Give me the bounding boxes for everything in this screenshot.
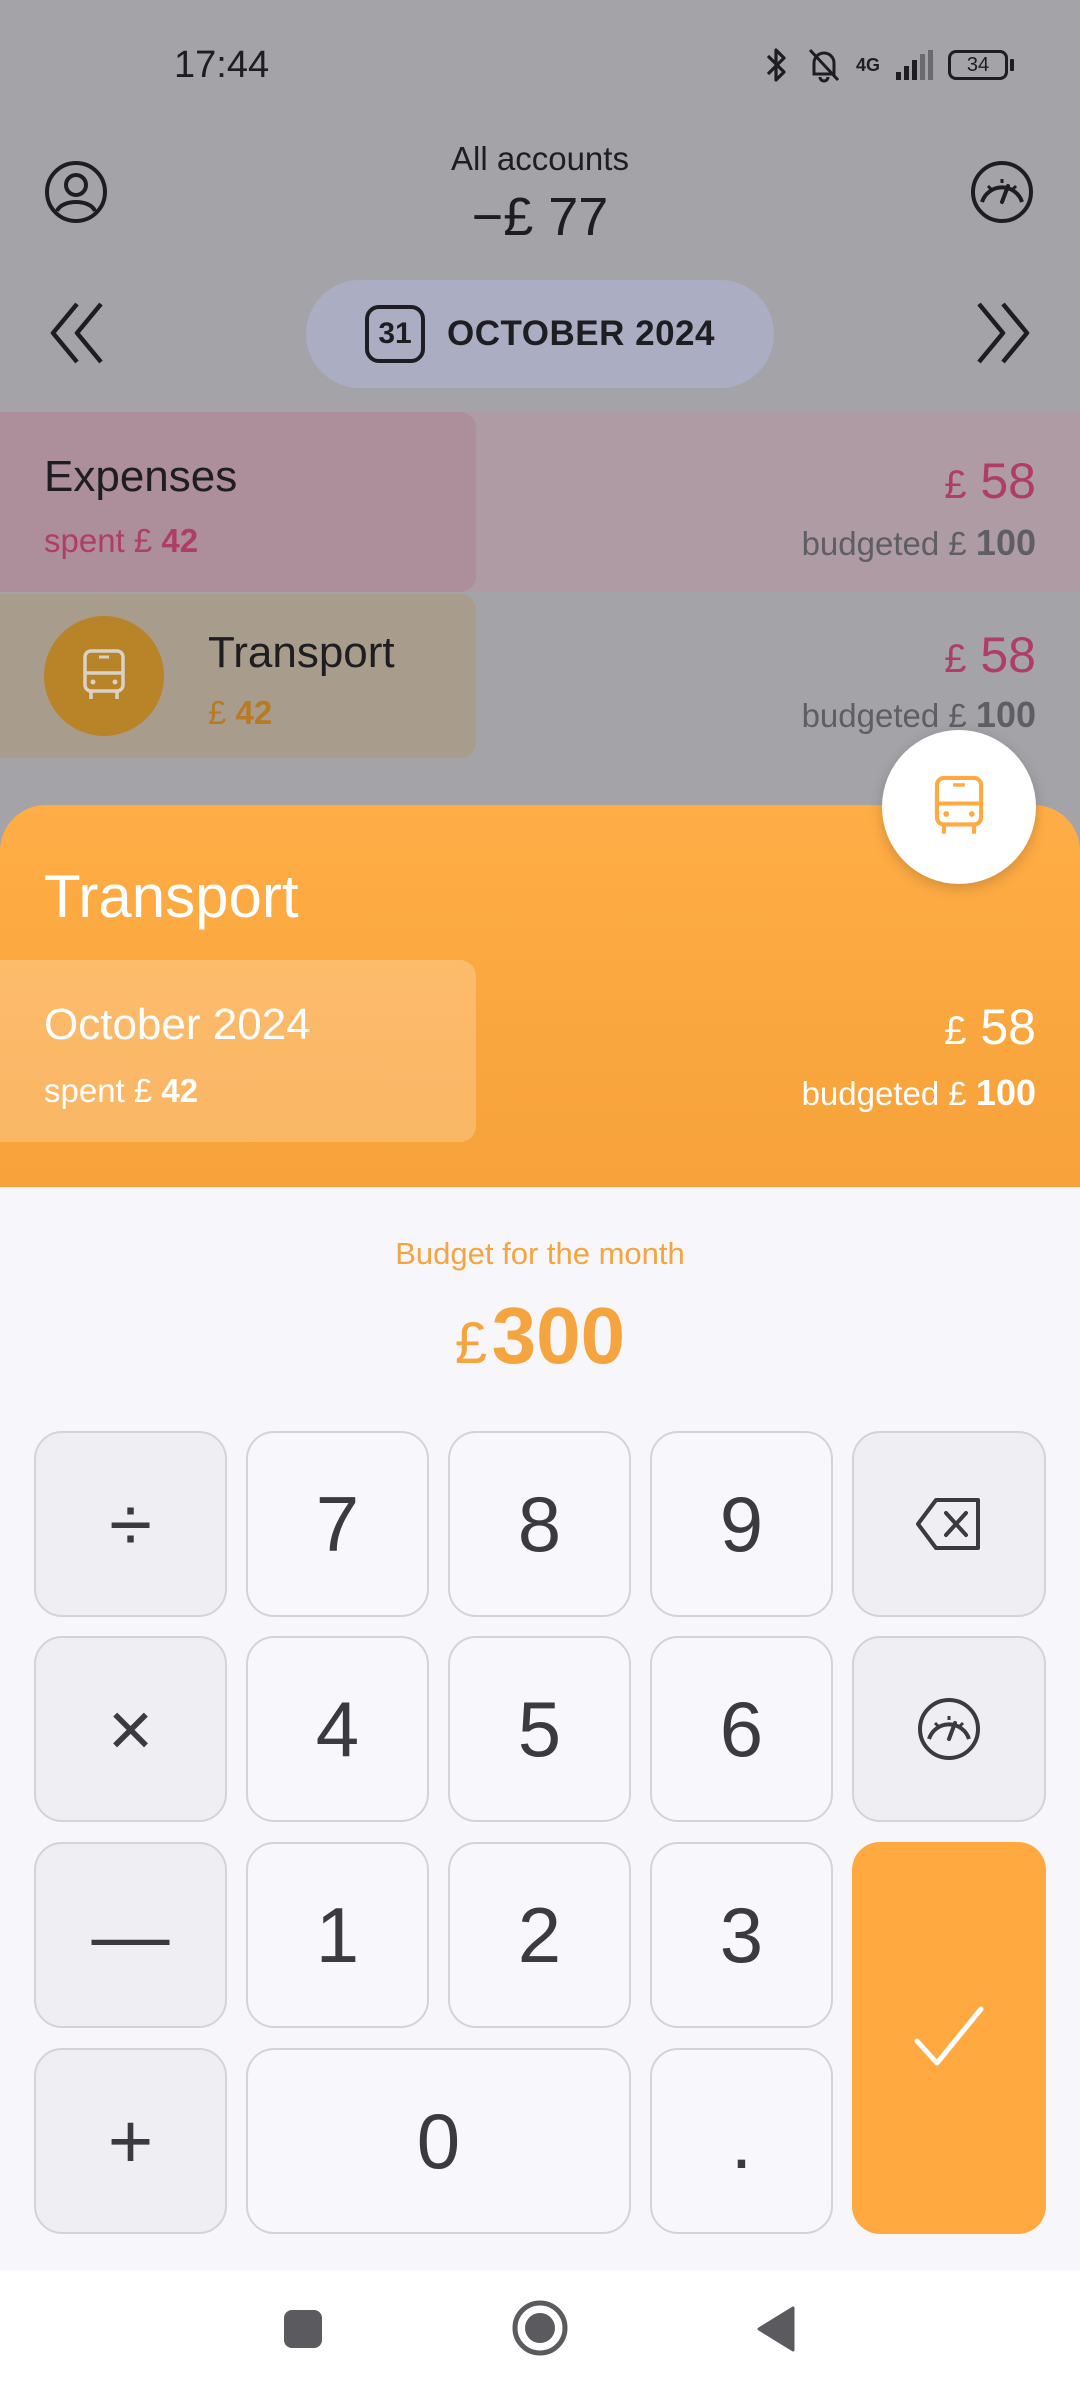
calendar-icon: 31: [365, 305, 426, 363]
home-button[interactable]: [504, 2290, 576, 2366]
transport-left-value: 58: [980, 627, 1036, 683]
transport-spent: £ 42: [208, 694, 272, 732]
double-chevron-left-icon: [50, 302, 103, 364]
transport-budgeted-value: 100: [975, 694, 1036, 735]
expenses-left-value: 58: [980, 453, 1036, 509]
recents-button[interactable]: [268, 2294, 338, 2364]
next-month-button[interactable]: [966, 296, 1040, 370]
sheet-title: Transport: [44, 863, 299, 930]
double-chevron-right-icon: [977, 302, 1030, 364]
minus-key[interactable]: —: [34, 1842, 227, 2028]
key-7[interactable]: 7: [246, 1431, 429, 1617]
key-2[interactable]: 2: [448, 1842, 631, 2028]
key-3[interactable]: 3: [650, 1842, 833, 2028]
expenses-progress: [0, 412, 476, 592]
decimal-key[interactable]: .: [650, 2048, 833, 2234]
battery-icon: 34: [948, 50, 1014, 80]
backspace-icon: [916, 1498, 980, 1550]
divide-key[interactable]: ÷: [34, 1431, 227, 1617]
bluetooth-icon: [762, 46, 792, 84]
category-icon-button[interactable]: [882, 730, 1036, 884]
key-0[interactable]: 0: [246, 2048, 631, 2234]
sheet-spent-value: 42: [161, 1072, 199, 1109]
sheet-left-currency: £: [944, 1009, 967, 1053]
speedometer-key[interactable]: [852, 1636, 1046, 1822]
transport-left: £ 58: [944, 626, 1036, 684]
key-8[interactable]: 8: [448, 1431, 631, 1617]
key-6[interactable]: 6: [650, 1636, 833, 1822]
key-5[interactable]: 5: [448, 1636, 631, 1822]
multiply-key[interactable]: ×: [34, 1636, 227, 1822]
expenses-spent: spent £ 42: [44, 522, 198, 560]
sheet-budgeted-value: 100: [975, 1072, 1036, 1113]
checkmark-icon: [914, 2006, 984, 2066]
transport-spent-prefix: £: [208, 694, 236, 731]
month-selector[interactable]: 31 OCTOBER 2024: [306, 280, 774, 388]
mute-bell-icon: [806, 46, 842, 84]
sheet-progress: [0, 960, 476, 1142]
backspace-key[interactable]: [852, 1431, 1046, 1617]
sheet-budgeted: budgeted £ 100: [802, 1072, 1036, 1114]
expenses-spent-prefix: spent £: [44, 522, 162, 559]
key-9[interactable]: 9: [650, 1431, 833, 1617]
plus-key[interactable]: +: [34, 2048, 227, 2234]
speedometer-icon[interactable]: [966, 156, 1038, 228]
key-1[interactable]: 1: [246, 1842, 429, 2028]
key-4[interactable]: 4: [246, 1636, 429, 1822]
status-icons: 4G 34: [762, 44, 1014, 86]
budget-amount: £ 300: [0, 1290, 1080, 1382]
transport-left-currency: £: [944, 637, 967, 681]
speedometer-icon: [918, 1698, 980, 1760]
expenses-budgeted-value: 100: [975, 522, 1036, 563]
expenses-label: Expenses: [44, 452, 238, 501]
bus-icon: [83, 649, 125, 699]
transport-spent-value: 42: [235, 694, 273, 731]
previous-month-button[interactable]: [40, 296, 114, 370]
network-label: 4G: [855, 54, 880, 75]
transport-budgeted-prefix: budgeted £: [801, 697, 976, 734]
back-button[interactable]: [740, 2294, 810, 2364]
transport-category-icon: [44, 616, 164, 736]
bus-icon: [934, 775, 984, 834]
expenses-spent-value: 42: [161, 522, 199, 559]
sheet-left-value: 58: [980, 999, 1036, 1055]
accounts-label: All accounts: [451, 140, 629, 177]
battery-level: 34: [948, 50, 1008, 80]
month-label: OCTOBER 2024: [447, 314, 715, 353]
budget-value: 300: [491, 1291, 626, 1380]
accounts-total: −£ 77: [471, 187, 609, 247]
sheet-period: October 2024: [44, 1000, 311, 1049]
budget-currency: £: [454, 1311, 488, 1376]
sheet-spent: spent £ 42: [44, 1072, 198, 1110]
sheet-budgeted-prefix: budgeted £: [801, 1075, 976, 1112]
back-triangle-icon: [757, 2306, 795, 2352]
sheet-spent-prefix: spent £: [44, 1072, 162, 1109]
status-time: 17:44: [174, 44, 270, 86]
square-icon: [284, 2310, 322, 2348]
transport-budgeted: budgeted £ 100: [802, 694, 1036, 736]
transport-label: Transport: [208, 628, 395, 677]
budget-label: Budget for the month: [395, 1236, 685, 1271]
home-circle-icon: [512, 2300, 568, 2356]
signal-icon: [894, 48, 934, 82]
expenses-budgeted: budgeted £ 100: [802, 522, 1036, 564]
expenses-left: £ 58: [944, 452, 1036, 510]
expenses-budgeted-prefix: budgeted £: [801, 525, 976, 562]
sheet-left: £ 58: [944, 998, 1036, 1056]
confirm-button[interactable]: [852, 1842, 1046, 2234]
expenses-left-currency: £: [944, 463, 967, 507]
account-summary[interactable]: All accounts −£ 77: [0, 140, 1080, 248]
